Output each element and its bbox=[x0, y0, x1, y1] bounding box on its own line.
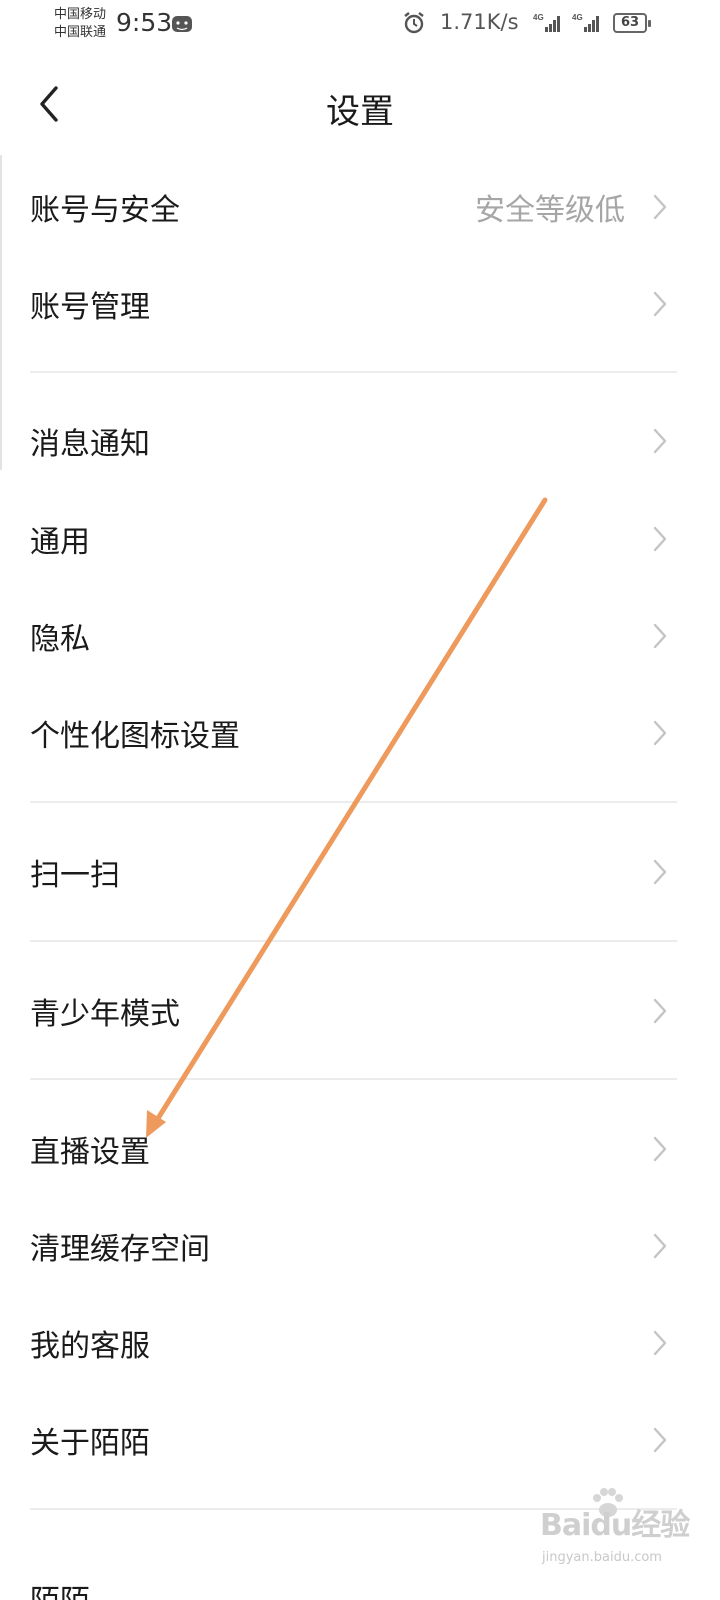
settings-item-label: 通用 bbox=[30, 525, 90, 560]
chevron-right-icon bbox=[653, 720, 667, 746]
network-type-1: 4G bbox=[533, 13, 544, 22]
settings-item-label: 账号与安全 bbox=[30, 193, 180, 228]
settings-item-label: 直播设置 bbox=[30, 1135, 150, 1170]
watermark-logo-text: Baidu经验 bbox=[540, 1508, 690, 1543]
watermark-url: jingyan.baidu.com bbox=[542, 1550, 662, 1565]
signal-strength-icon: 4G bbox=[533, 13, 560, 32]
settings-item-custom-icon[interactable]: 个性化图标设置 bbox=[0, 686, 720, 780]
chevron-right-icon bbox=[653, 291, 667, 317]
carrier-2: 中国联通 bbox=[54, 25, 107, 40]
divider bbox=[30, 801, 677, 803]
settings-item-label: 个性化图标设置 bbox=[30, 719, 240, 754]
settings-item-label: 青少年模式 bbox=[30, 997, 180, 1032]
settings-item-label: 清理缓存空间 bbox=[30, 1232, 210, 1267]
divider bbox=[30, 940, 677, 942]
network-type-2: 4G bbox=[572, 13, 583, 22]
settings-item-customer-service[interactable]: 我的客服 bbox=[0, 1296, 720, 1390]
battery-icon: 63 bbox=[613, 13, 651, 33]
settings-item-general[interactable]: 通用 bbox=[0, 492, 720, 586]
settings-item-label: 我的客服 bbox=[30, 1329, 150, 1364]
divider bbox=[30, 371, 677, 373]
chevron-right-icon bbox=[653, 998, 667, 1024]
settings-item-account-security[interactable]: 账号与安全 安全等级低 bbox=[0, 160, 720, 254]
settings-item-notifications[interactable]: 消息通知 bbox=[0, 394, 720, 488]
settings-item-label: 账号管理 bbox=[30, 290, 150, 325]
notification-app-icon bbox=[172, 16, 192, 32]
network-speed: 1.71K/s bbox=[440, 10, 519, 34]
security-level-value: 安全等级低 bbox=[475, 193, 625, 228]
carrier-labels: 中国移动 中国联通 bbox=[54, 6, 106, 42]
settings-item-teen-mode[interactable]: 青少年模式 bbox=[0, 964, 720, 1058]
chevron-right-icon bbox=[653, 1136, 667, 1162]
settings-item-label: 陌陌… bbox=[30, 1584, 120, 1600]
chevron-right-icon bbox=[653, 526, 667, 552]
signal-strength-icon: 4G bbox=[572, 13, 599, 32]
settings-item-privacy[interactable]: 隐私 bbox=[0, 589, 720, 683]
chevron-right-icon bbox=[653, 428, 667, 454]
settings-item-label: 消息通知 bbox=[30, 427, 150, 462]
settings-item-scan[interactable]: 扫一扫 bbox=[0, 825, 720, 919]
divider bbox=[30, 1078, 677, 1080]
chevron-right-icon bbox=[653, 1330, 667, 1356]
settings-item-label: 扫一扫 bbox=[30, 858, 120, 893]
settings-item-live-settings[interactable]: 直播设置 bbox=[0, 1102, 720, 1196]
chevron-right-icon bbox=[653, 859, 667, 885]
baidu-watermark: Baidu经验 jingyan.baidu.com bbox=[540, 1488, 715, 1578]
settings-item-clear-cache[interactable]: 清理缓存空间 bbox=[0, 1199, 720, 1293]
settings-item-label: 关于陌陌 bbox=[30, 1426, 150, 1461]
settings-item-account-manage[interactable]: 账号管理 bbox=[0, 257, 720, 351]
page-title: 设置 bbox=[326, 92, 394, 132]
status-bar: 中国移动 中国联通 9:53 1.71K/s 4G 4G 63 bbox=[0, 0, 720, 50]
nav-bar: 设置 bbox=[0, 60, 720, 150]
settings-item-label: 隐私 bbox=[30, 622, 90, 657]
settings-item-partial[interactable]: 陌陌… bbox=[30, 1558, 120, 1600]
status-time: 9:53 bbox=[116, 8, 173, 37]
chevron-right-icon bbox=[653, 623, 667, 649]
chevron-right-icon bbox=[653, 194, 667, 220]
settings-item-about[interactable]: 关于陌陌 bbox=[0, 1393, 720, 1487]
alarm-icon bbox=[404, 12, 424, 34]
chevron-right-icon bbox=[653, 1427, 667, 1453]
carrier-1: 中国移动 bbox=[54, 7, 107, 22]
chevron-right-icon bbox=[653, 1233, 667, 1259]
